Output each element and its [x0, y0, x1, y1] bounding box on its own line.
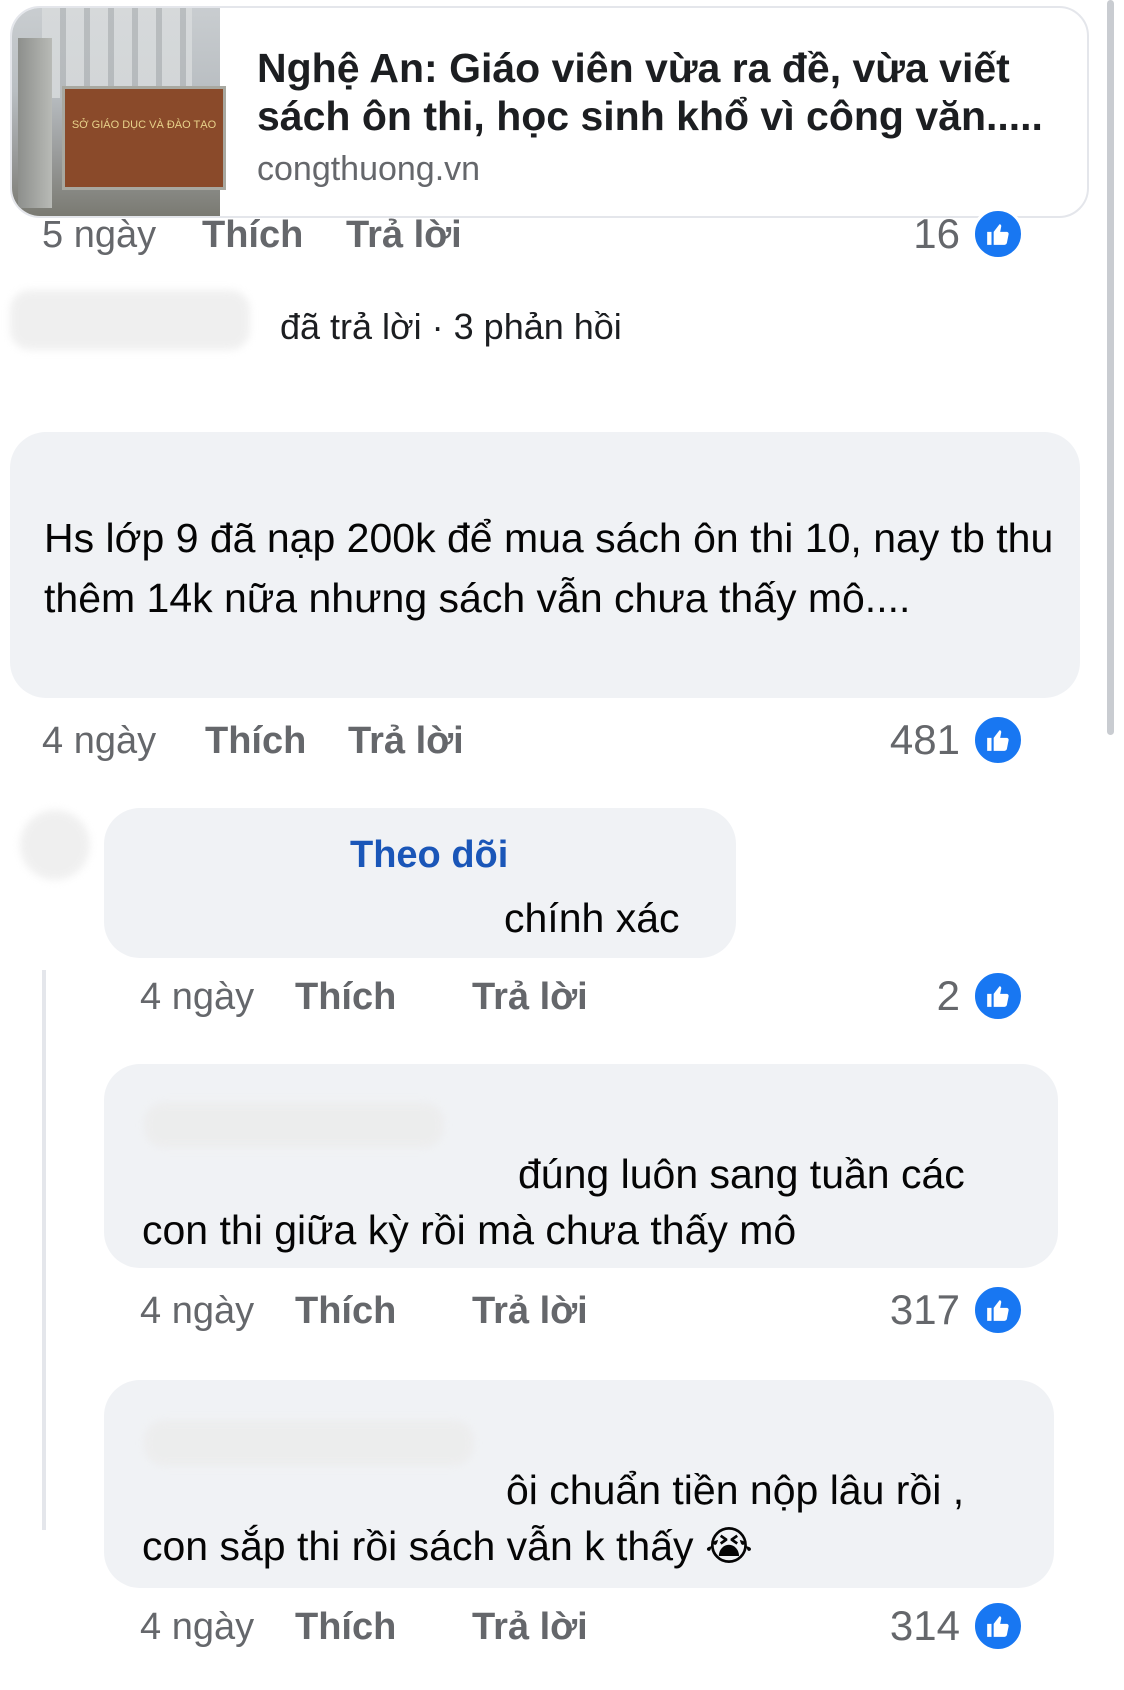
like-button[interactable]: Thích	[295, 1290, 396, 1332]
comment-text: chính xác	[504, 895, 680, 941]
comment-bubble: ôi chuẩn tiền nộp lâu rồi , con sắp thi …	[104, 1380, 1054, 1588]
post-time: 5 ngày	[42, 214, 157, 256]
like-button[interactable]: Thích	[205, 720, 306, 762]
like-button[interactable]: Thích	[295, 976, 396, 1018]
link-thumbnail: SỞ GIÁO DỤC VÀ ĐÀO TẠO	[12, 8, 226, 216]
like-thumb-icon	[972, 714, 1024, 766]
like-thumb-icon	[972, 1284, 1024, 1336]
reaction-count[interactable]: 481	[860, 716, 960, 764]
post-reply-button[interactable]: Trả lời	[346, 214, 462, 256]
post-like-button[interactable]: Thích	[202, 214, 303, 256]
reaction-count[interactable]: 314	[860, 1602, 960, 1650]
comment-time: 4 ngày	[42, 720, 157, 762]
link-domain: congthuong.vn	[257, 150, 481, 188]
comment-text-line2: con thi giữa kỳ rồi mà chưa thấy mô	[142, 1207, 797, 1253]
reply-button[interactable]: Trả lời	[472, 976, 588, 1018]
avatar-blurred	[10, 290, 250, 350]
comment-time: 4 ngày	[140, 1290, 255, 1332]
scrollbar[interactable]	[1107, 0, 1114, 735]
reaction-count[interactable]: 2	[900, 972, 960, 1020]
like-thumb-icon	[972, 208, 1024, 260]
author-name-blurred	[144, 1102, 444, 1148]
comment-time: 4 ngày	[140, 976, 255, 1018]
thread-line	[42, 970, 46, 1530]
replies-summary[interactable]: đã trả lời · 3 phản hồi	[280, 306, 622, 348]
thumbnail-sign-text: SỞ GIÁO DỤC VÀ ĐÀO TẠO	[71, 119, 217, 131]
link-title: Nghệ An: Giáo viên vừa ra đề, vừa viết s…	[257, 45, 1043, 139]
comment-bubble: Hs lớp 9 đã nạp 200k để mua sách ôn thi …	[10, 432, 1080, 698]
reply-button[interactable]: Trả lời	[348, 720, 464, 762]
follow-button[interactable]: Theo dõi	[350, 834, 508, 877]
comment-bubble: đúng luôn sang tuần các con thi giữa kỳ …	[104, 1064, 1058, 1268]
comment-text: Hs lớp 9 đã nạp 200k để mua sách ôn thi …	[44, 515, 1054, 621]
author-name-blurred	[144, 1420, 474, 1466]
comment-text-line1: ôi chuẩn tiền nộp lâu rồi ,	[506, 1467, 965, 1513]
link-preview-card[interactable]: SỞ GIÁO DỤC VÀ ĐÀO TẠO Nghệ An: Giáo viê…	[10, 6, 1089, 218]
reply-button[interactable]: Trả lời	[472, 1290, 588, 1332]
like-thumb-icon	[972, 970, 1024, 1022]
comment-text-line2: con sắp thi rồi sách vẫn k thấy	[142, 1523, 694, 1569]
comment-text-line1: đúng luôn sang tuần các	[518, 1151, 965, 1197]
reaction-count[interactable]: 317	[860, 1286, 960, 1334]
reply-button[interactable]: Trả lời	[472, 1606, 588, 1648]
crying-emoji-icon: 😭	[704, 1523, 753, 1569]
post-reaction-count[interactable]: 16	[880, 210, 960, 258]
comment-bubble: Theo dõi chính xác	[104, 808, 736, 958]
avatar-blurred	[20, 810, 90, 880]
like-thumb-icon	[972, 1600, 1024, 1652]
comment-time: 4 ngày	[140, 1606, 255, 1648]
like-button[interactable]: Thích	[295, 1606, 396, 1648]
